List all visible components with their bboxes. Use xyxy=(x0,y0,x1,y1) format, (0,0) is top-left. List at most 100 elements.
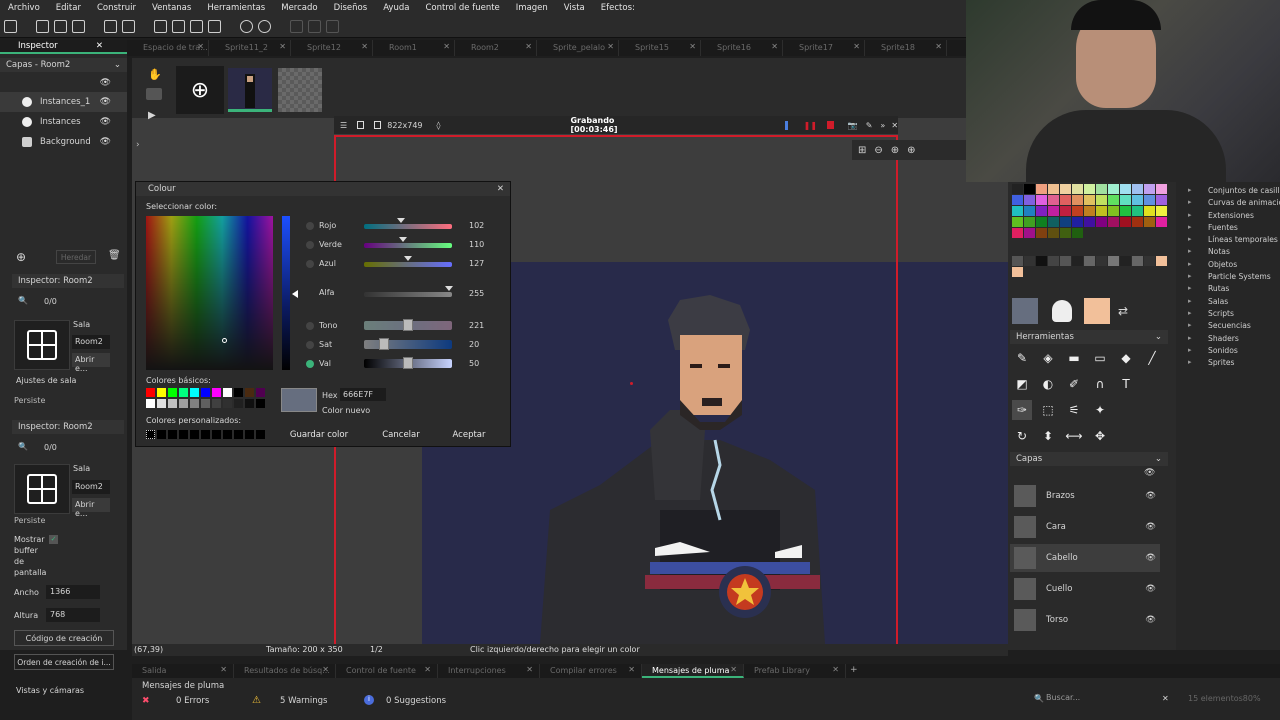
eye-icon[interactable]: 👁 xyxy=(1145,553,1156,563)
tab-workspace[interactable]: Espacio de tra... ✕ xyxy=(127,40,209,56)
swatch[interactable] xyxy=(201,399,210,408)
secondary-color-swatch[interactable] xyxy=(1084,298,1110,324)
palette-swatch[interactable] xyxy=(1156,256,1167,266)
eye-icon[interactable]: 👁 xyxy=(1145,615,1156,625)
hex-input[interactable]: 666E7F xyxy=(340,388,386,401)
tree-sequences[interactable]: Secuencias xyxy=(1176,321,1280,333)
ellipse-icon[interactable]: ◐ xyxy=(1038,374,1058,394)
tab-sprite17[interactable]: Sprite17 ✕ xyxy=(783,40,865,56)
suggestions-count[interactable]: 0 Suggestions xyxy=(386,696,446,706)
palette-swatch[interactable] xyxy=(1084,217,1095,227)
save-icon[interactable] xyxy=(72,20,85,33)
custom-swatch[interactable] xyxy=(146,430,155,439)
red-pointer[interactable] xyxy=(397,218,405,223)
search-icon[interactable]: 🔍 xyxy=(1034,694,1044,703)
layer-row[interactable]: Cara 👁 xyxy=(1010,513,1160,541)
palette-swatch[interactable] xyxy=(1048,184,1059,194)
close-icon[interactable]: ✕ xyxy=(628,665,635,674)
palette-swatch[interactable] xyxy=(1024,217,1035,227)
palette-swatch[interactable] xyxy=(1072,256,1083,266)
palette-swatch[interactable] xyxy=(1036,217,1047,227)
close-icon[interactable]: ✕ xyxy=(497,184,504,194)
close-icon[interactable]: ✕ xyxy=(607,42,614,51)
blue-pointer[interactable] xyxy=(404,256,412,261)
add-layer-icon[interactable]: ⊕ xyxy=(16,250,26,264)
move-icon[interactable]: ✥ xyxy=(1090,426,1110,446)
layer-row[interactable]: Brazos 👁 xyxy=(1010,482,1160,510)
inspector-header[interactable]: Inspector: Room2 xyxy=(12,420,124,434)
menu-icon[interactable]: ☰ xyxy=(340,121,347,130)
red-value[interactable]: 102 xyxy=(469,221,484,230)
swatch[interactable] xyxy=(245,399,254,408)
text-icon[interactable]: T xyxy=(1116,374,1136,394)
eye-icon[interactable]: 👁 xyxy=(100,137,111,147)
swatch[interactable] xyxy=(157,388,166,397)
room-settings-section[interactable]: Ajustes de sala xyxy=(16,376,76,385)
palette-swatch[interactable] xyxy=(1012,256,1023,266)
swatch[interactable] xyxy=(146,399,155,408)
open-editor-button[interactable]: Abrir e... xyxy=(72,498,110,518)
palette-swatch[interactable] xyxy=(1060,184,1071,194)
tree-sounds[interactable]: Sonidos xyxy=(1176,346,1280,358)
swatch[interactable] xyxy=(190,399,199,408)
alpha-pointer[interactable] xyxy=(445,286,453,291)
search-icon[interactable]: 🔍 xyxy=(18,442,28,451)
scale-icon[interactable]: ⬍ xyxy=(1038,426,1058,446)
palette-swatch[interactable] xyxy=(1132,256,1143,266)
palette-swatch[interactable] xyxy=(1084,256,1095,266)
height-input[interactable]: 768 xyxy=(46,608,100,622)
palette-swatch[interactable] xyxy=(1144,206,1155,216)
tab-sprite-pelalo[interactable]: Sprite_pelalo ✕ xyxy=(537,40,619,56)
radio-sat[interactable] xyxy=(306,341,314,349)
tools-header[interactable]: Herramientas ⌄ xyxy=(1010,330,1168,344)
menu-construir[interactable]: Construir xyxy=(89,3,144,13)
hue-thumb[interactable] xyxy=(403,319,413,331)
save-color-button[interactable]: Guardar color xyxy=(282,427,356,443)
blue-value[interactable]: 127 xyxy=(469,259,484,268)
custom-swatch[interactable] xyxy=(168,430,177,439)
add-tab-icon[interactable]: + xyxy=(846,664,862,678)
layers-header[interactable]: Capas - Room2 ⌄ xyxy=(0,58,127,72)
tree-objects[interactable]: Objetos xyxy=(1176,260,1280,272)
inspector-header[interactable]: Inspector: Room2 xyxy=(12,274,124,288)
close-icon[interactable]: ✕ xyxy=(220,665,227,674)
tree-notes[interactable]: Notas xyxy=(1176,247,1280,259)
eye-icon[interactable]: 👁 xyxy=(1144,468,1155,478)
palette-swatch[interactable] xyxy=(1144,184,1155,194)
custom-swatch[interactable] xyxy=(190,430,199,439)
help-icon[interactable] xyxy=(258,20,271,33)
open-folder-icon[interactable] xyxy=(54,20,67,33)
palette-swatch[interactable] xyxy=(1096,206,1107,216)
cancel-button[interactable]: Cancelar xyxy=(372,427,430,443)
palette-swatch[interactable] xyxy=(1096,184,1107,194)
target-icon[interactable] xyxy=(240,20,253,33)
tab-compile-errors[interactable]: Compilar errores ✕ xyxy=(540,664,642,678)
tree-fonts[interactable]: Fuentes xyxy=(1176,223,1280,235)
swatch[interactable] xyxy=(212,388,221,397)
palette-swatch[interactable] xyxy=(1012,184,1023,194)
airbrush-icon[interactable]: ✐ xyxy=(1064,374,1084,394)
palette-swatch[interactable] xyxy=(1108,184,1119,194)
creation-code-button[interactable]: Código de creación xyxy=(14,630,114,646)
palette-swatch[interactable] xyxy=(1156,217,1167,227)
palette-swatch[interactable] xyxy=(1132,195,1143,205)
swatch[interactable] xyxy=(179,399,188,408)
resize-icon[interactable] xyxy=(374,121,382,129)
custom-swatch[interactable] xyxy=(234,430,243,439)
views-section[interactable]: Vistas y cámaras xyxy=(16,686,84,695)
room-name-field[interactable]: Room2 xyxy=(72,335,110,349)
close-icon[interactable]: ✕ xyxy=(853,42,860,51)
zoom-reset-icon[interactable] xyxy=(308,20,321,33)
tab-room1[interactable]: Room1 ✕ xyxy=(373,40,455,56)
hue-value[interactable]: 221 xyxy=(469,321,484,330)
eye-icon[interactable]: 👁 xyxy=(1145,522,1156,532)
menu-ventanas[interactable]: Ventanas xyxy=(144,3,199,13)
audio-icon[interactable]: ◊ xyxy=(437,121,441,130)
swatch[interactable] xyxy=(201,388,210,397)
palette-swatch[interactable] xyxy=(1012,195,1023,205)
close-icon[interactable]: ✕ xyxy=(322,665,329,674)
curve-icon[interactable]: ∩ xyxy=(1090,374,1110,394)
palette-swatch[interactable] xyxy=(1108,217,1119,227)
zoom-fit-icon[interactable]: ⊕ xyxy=(907,145,915,156)
errors-count[interactable]: 0 Errors xyxy=(176,696,209,706)
